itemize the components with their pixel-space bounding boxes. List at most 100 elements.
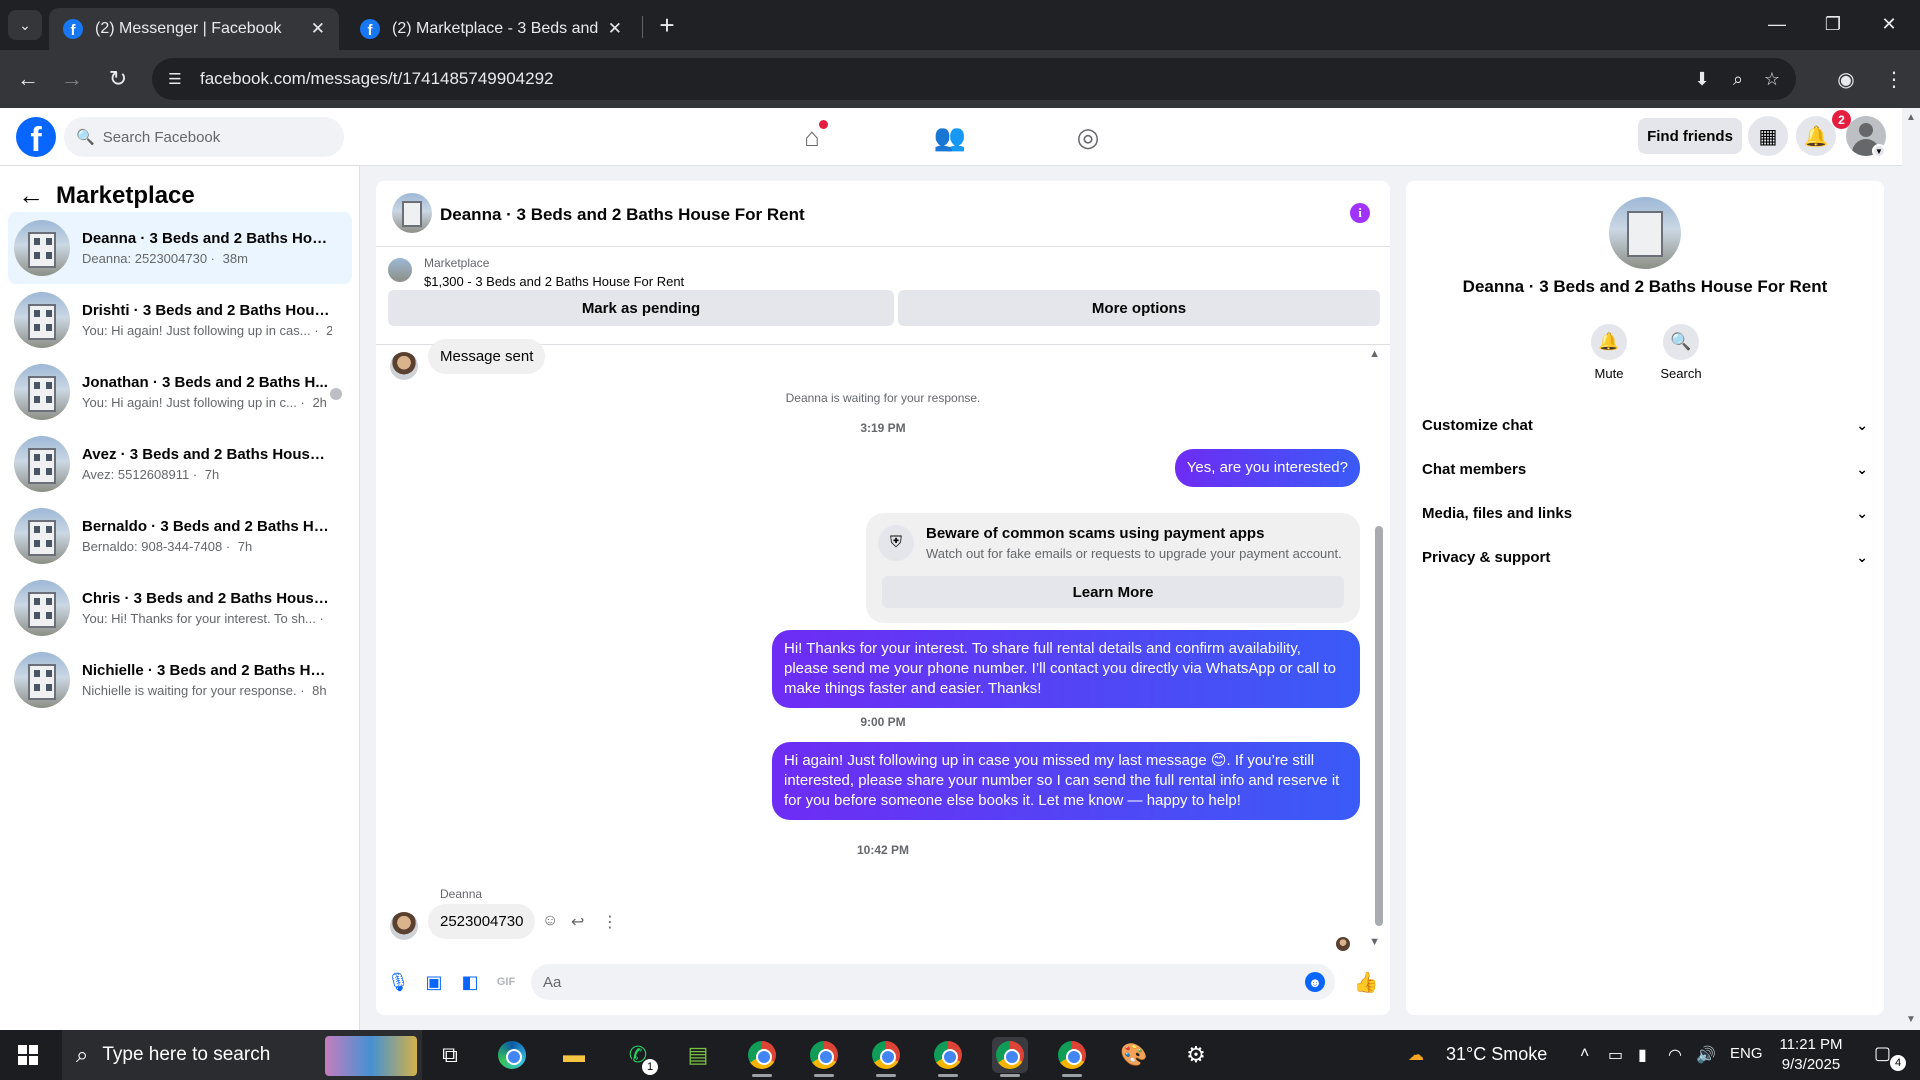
- conversation-item[interactable]: Nichielle · 3 Beds and 2 Baths Hou... Ni…: [8, 644, 352, 716]
- mark-as-pending-button[interactable]: Mark as pending: [388, 290, 894, 326]
- weather-text[interactable]: 31°C Smoke: [1446, 1044, 1547, 1065]
- tab-search-button[interactable]: ⌄: [8, 10, 42, 40]
- react-icon[interactable]: ☺: [542, 912, 558, 930]
- scroll-up-icon[interactable]: ▲: [1906, 112, 1916, 123]
- chat-title[interactable]: Deanna · 3 Beds and 2 Baths House For Re…: [440, 205, 805, 225]
- restore-window-button[interactable]: ❐: [1810, 8, 1856, 40]
- microphone-icon[interactable]: 🎙: [386, 970, 410, 994]
- paint-app-icon[interactable]: 🎨: [1116, 1037, 1152, 1073]
- chrome-icon[interactable]: [868, 1037, 904, 1077]
- scroll-down-icon[interactable]: ▼: [1906, 1014, 1916, 1025]
- weather-icon[interactable]: ☁: [1408, 1045, 1424, 1065]
- windows-start-icon[interactable]: [18, 1045, 38, 1065]
- chat-panel: Deanna · 3 Beds and 2 Baths House For Re…: [376, 181, 1390, 1015]
- chrome-icon[interactable]: [930, 1037, 966, 1077]
- star-icon[interactable]: ☆: [1758, 65, 1786, 93]
- scroll-down-icon[interactable]: ▼: [1369, 936, 1380, 948]
- install-app-icon[interactable]: ⬇: [1688, 65, 1716, 93]
- search-in-chat-button[interactable]: 🔍 Search: [1646, 324, 1716, 381]
- conversation-item[interactable]: Bernaldo · 3 Beds and 2 Baths Hou... Ber…: [8, 500, 352, 572]
- back-button[interactable]: ←: [12, 63, 44, 95]
- whatsapp-icon[interactable]: ✆ 1: [620, 1037, 658, 1075]
- friends-icon[interactable]: 👥: [930, 118, 970, 156]
- address-bar[interactable]: ☰ facebook.com/messages/t/17414857499042…: [152, 58, 1796, 100]
- back-arrow-icon[interactable]: ←: [18, 180, 44, 211]
- sidebar-title: Marketplace: [56, 182, 195, 209]
- conversation-item[interactable]: Avez · 3 Beds and 2 Baths House F... Ave…: [8, 428, 352, 500]
- close-tab-icon[interactable]: ✕: [608, 19, 622, 39]
- chrome-icon[interactable]: [806, 1037, 842, 1077]
- thumbs-up-icon[interactable]: 👍: [1354, 970, 1379, 994]
- customize-chat-row[interactable]: Customize chat ⌄: [1414, 403, 1876, 447]
- search-input[interactable]: [102, 128, 323, 146]
- message-bubble-out[interactable]: Yes, are you interested?: [1174, 449, 1360, 487]
- site-info-icon[interactable]: ☰: [162, 66, 188, 92]
- message-bubble-in[interactable]: Message sent: [428, 339, 546, 374]
- conversation-item[interactable]: Drishti · 3 Beds and 2 Baths House... Yo…: [8, 284, 352, 356]
- forward-button[interactable]: →: [56, 63, 88, 95]
- battery-icon[interactable]: ▮: [1638, 1045, 1647, 1065]
- reply-icon[interactable]: ↩: [571, 912, 584, 932]
- spreadsheet-app-icon[interactable]: ▤: [680, 1037, 716, 1073]
- listing-title[interactable]: $1,300 - 3 Beds and 2 Baths House For Re…: [424, 274, 684, 289]
- message-scrollbar[interactable]: ▲ ▼: [1369, 346, 1386, 952]
- scrollbar-thumb[interactable]: [1375, 526, 1383, 926]
- conversation-item[interactable]: Deanna · 3 Beds and 2 Baths Hous... Dean…: [8, 212, 352, 284]
- find-friends-button[interactable]: Find friends: [1638, 118, 1742, 154]
- settings-gear-icon[interactable]: ⚙: [1178, 1037, 1214, 1073]
- close-tab-icon[interactable]: ✕: [311, 19, 325, 39]
- edge-browser-icon[interactable]: [494, 1037, 530, 1073]
- file-explorer-icon[interactable]: ▬: [556, 1037, 592, 1073]
- taskbar-clock[interactable]: 11:21 PM 9/3/2025: [1756, 1035, 1866, 1075]
- emoji-icon[interactable]: ☻: [1305, 972, 1325, 992]
- sticker-icon[interactable]: ◧: [458, 970, 482, 994]
- photo-icon[interactable]: ▣: [422, 970, 446, 994]
- chrome-icon[interactable]: [744, 1037, 780, 1077]
- new-tab-button[interactable]: +: [652, 10, 682, 40]
- privacy-support-row[interactable]: Privacy & support ⌄: [1414, 535, 1876, 579]
- chat-thumbnail[interactable]: [392, 193, 432, 233]
- message-input[interactable]: [543, 973, 1283, 991]
- more-options-button[interactable]: More options: [898, 290, 1380, 326]
- task-view-icon[interactable]: ⧉: [432, 1037, 468, 1073]
- show-hidden-icons-icon[interactable]: ˄: [1580, 1045, 1589, 1063]
- volume-icon[interactable]: 🔊: [1696, 1045, 1716, 1065]
- conversation-item[interactable]: Chris · 3 Beds and 2 Baths House F... Yo…: [8, 572, 352, 644]
- message-bubble-out[interactable]: Hi again! Just following up in case you …: [772, 742, 1360, 820]
- facebook-logo-icon[interactable]: f: [16, 117, 56, 157]
- message-bubble-out[interactable]: Hi! Thanks for your interest. To share f…: [772, 630, 1360, 708]
- tab-marketplace[interactable]: f (2) Marketplace - 3 Beds and 2 ✕: [346, 8, 636, 50]
- notification-center-icon[interactable]: ▢ 4: [1874, 1043, 1906, 1071]
- page-scrollbar[interactable]: ▲ ▼: [1902, 108, 1920, 1030]
- listing-thumbnail[interactable]: [1609, 197, 1681, 269]
- gif-icon[interactable]: GIF: [494, 970, 518, 994]
- chat-members-row[interactable]: Chat members ⌄: [1414, 447, 1876, 491]
- minimize-window-button[interactable]: —: [1754, 8, 1800, 40]
- message-bubble-in[interactable]: 2523004730: [428, 904, 536, 939]
- conversation-name: Jonathan · 3 Beds and 2 Baths H...: [82, 374, 328, 391]
- conversation-item[interactable]: Jonathan · 3 Beds and 2 Baths H... You: …: [8, 356, 352, 428]
- zoom-icon[interactable]: ⌕: [1724, 65, 1752, 93]
- meet-now-icon[interactable]: ▭: [1608, 1045, 1623, 1065]
- groups-icon[interactable]: ◎: [1068, 118, 1108, 156]
- more-actions-icon[interactable]: ⋮: [602, 912, 618, 932]
- notifications-bell-icon[interactable]: 🔔: [1796, 116, 1836, 156]
- close-window-button[interactable]: ✕: [1866, 8, 1912, 40]
- reload-button[interactable]: ↻: [102, 63, 134, 95]
- learn-more-button[interactable]: Learn More: [882, 576, 1344, 608]
- tab-messenger[interactable]: f (2) Messenger | Facebook ✕: [49, 8, 339, 50]
- kebab-menu-icon[interactable]: ⋮: [1878, 63, 1910, 95]
- chrome-icon[interactable]: [992, 1037, 1028, 1077]
- wifi-icon[interactable]: ◠: [1668, 1045, 1682, 1065]
- home-icon[interactable]: ⌂: [792, 118, 832, 156]
- mute-button[interactable]: 🔔 Mute: [1574, 324, 1644, 381]
- chevron-down-icon[interactable]: ▼: [1872, 144, 1886, 158]
- chrome-icon[interactable]: [1054, 1037, 1090, 1077]
- info-icon[interactable]: i: [1350, 203, 1370, 223]
- facebook-search[interactable]: 🔍: [64, 117, 344, 157]
- profile-icon[interactable]: ◉: [1830, 63, 1862, 95]
- scroll-up-icon[interactable]: ▲: [1369, 348, 1380, 360]
- menu-grid-icon[interactable]: ▦: [1748, 116, 1788, 156]
- media-files-links-row[interactable]: Media, files and links ⌄: [1414, 491, 1876, 535]
- message-input-field[interactable]: ☻: [531, 964, 1335, 1000]
